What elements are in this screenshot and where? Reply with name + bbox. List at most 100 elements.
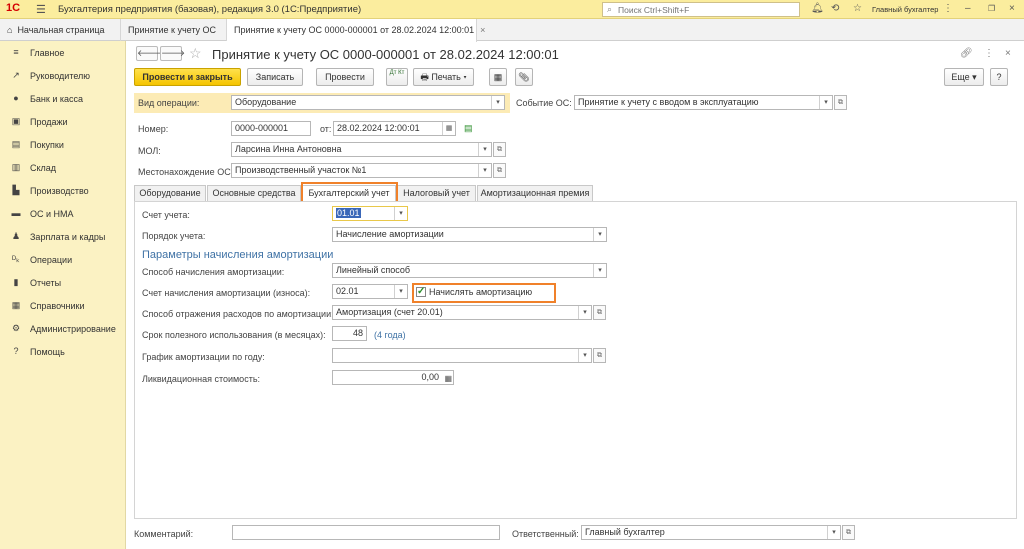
open-responsible-button[interactable]: ⧉	[842, 525, 855, 540]
sidebar-item[interactable]: ▬ ОС и НМА	[0, 205, 126, 225]
sidebar-item-label: Отчеты	[30, 278, 62, 288]
more-button[interactable]: Еще ▾	[944, 68, 984, 86]
open-schedule-button[interactable]: ⧉	[593, 348, 606, 363]
print-button[interactable]: 🖶︎ Печать ▾	[413, 68, 474, 86]
sidebar-item-icon: ⚙	[11, 323, 21, 333]
tab-depreciation-bonus[interactable]: Амортизационная премия	[477, 185, 593, 202]
event-field[interactable]: Принятие к учету с вводом в эксплуатацию…	[574, 95, 833, 110]
open-event-button[interactable]: ⧉	[834, 95, 847, 110]
dropdown-arrow-icon[interactable]: ▾	[578, 349, 591, 362]
sidebar-item[interactable]: ↗ Руководителю	[0, 67, 126, 87]
back-button[interactable]: 🡐	[136, 46, 161, 61]
window-tabs: ⌂ Начальная страница Принятие к учету ОС …	[0, 19, 1024, 42]
sidebar-item[interactable]: ≡ Главное	[0, 44, 126, 64]
post-button[interactable]: Провести	[316, 68, 374, 86]
favorite-star-icon[interactable]: ☆	[189, 45, 202, 62]
dropdown-arrow-icon[interactable]: ▾	[491, 96, 504, 109]
sidebar-item[interactable]: ▮ Отчеты	[0, 274, 126, 294]
sidebar-item[interactable]: ▣ Продажи	[0, 113, 126, 133]
sidebar-item-label: Банк и касса	[30, 94, 83, 104]
global-search[interactable]: ⌕	[602, 2, 800, 17]
expense-method-field[interactable]: Амортизация (счет 20.01) ▾	[332, 305, 592, 320]
tab-fixed-assets[interactable]: Основные средства	[207, 185, 301, 202]
method-field[interactable]: Линейный способ ▾	[332, 263, 607, 278]
main-menu-icon[interactable]: ☰	[36, 3, 46, 16]
sidebar-item-icon: ᴰₖ	[12, 254, 20, 264]
sidebar-item[interactable]: ▤ Покупки	[0, 136, 126, 156]
depr-account-field[interactable]: 02.01 ▾	[332, 284, 408, 299]
tab-asset-acceptance-doc[interactable]: Принятие к учету ОС 0000-000001 от 28.02…	[227, 19, 485, 42]
depr-account-value: 02.01	[336, 286, 359, 296]
title-bar: 1С ☰ Бухгалтерия предприятия (базовая), …	[0, 0, 1024, 19]
dropdown-arrow-icon[interactable]: ▾	[578, 306, 591, 319]
dropdown-arrow-icon[interactable]: ▾	[819, 96, 832, 109]
sidebar-item[interactable]: ▙ Производство	[0, 182, 126, 202]
save-button[interactable]: Записать	[247, 68, 303, 86]
current-user[interactable]: Главный бухгалтер	[872, 5, 938, 14]
more-actions-icon[interactable]: ⋮	[984, 48, 994, 59]
useful-life-field[interactable]: 48	[332, 326, 367, 341]
dt-kt-button[interactable]: Дт Кт	[386, 68, 408, 86]
mol-value: Ларсина Инна Антоновна	[235, 144, 342, 154]
sidebar-item[interactable]: ⚙ Администрирование	[0, 320, 126, 340]
notifications-icon[interactable]: 🔔︎	[811, 3, 824, 14]
date-picker-icon[interactable]: ▤	[464, 123, 473, 134]
dropdown-arrow-icon[interactable]: ▾	[478, 143, 491, 156]
schedule-field[interactable]: ▾	[332, 348, 592, 363]
location-field[interactable]: Производственный участок №1 ▾	[231, 163, 492, 178]
tab-tax-accounting[interactable]: Налоговый учет	[397, 185, 476, 202]
mol-field[interactable]: Ларсина Инна Антоновна ▾	[231, 142, 492, 157]
dropdown-arrow-icon[interactable]: ▾	[593, 228, 606, 241]
tab-equipment[interactable]: Оборудование	[134, 185, 206, 202]
sidebar-item[interactable]: ▥ Склад	[0, 159, 126, 179]
sidebar-item[interactable]: ? Помощь	[0, 343, 126, 363]
sidebar-item[interactable]: ▦ Справочники	[0, 297, 126, 317]
calendar-icon[interactable]: ▦	[442, 122, 455, 135]
dropdown-arrow-icon[interactable]: ▾	[827, 526, 840, 539]
forward-button[interactable]: 🡒	[160, 46, 185, 61]
method-label: Способ начисления амортизации:	[142, 267, 285, 277]
sidebar-item-icon: ▬	[11, 208, 21, 218]
sidebar-item-label: ОС и НМА	[30, 209, 74, 219]
date-field[interactable]: 28.02.2024 12:00:01 ▦	[333, 121, 456, 136]
close-tab-icon[interactable]: ×	[480, 25, 485, 35]
tab-home[interactable]: ⌂ Начальная страница	[0, 19, 121, 41]
link-icon[interactable]: 🔗︎	[960, 48, 973, 59]
dropdown-arrow-icon[interactable]: ▾	[394, 207, 407, 220]
dropdown-arrow-icon[interactable]: ▾	[394, 285, 407, 298]
open-mol-button[interactable]: ⧉	[493, 142, 506, 157]
dropdown-arrow-icon[interactable]: ▾	[593, 264, 606, 277]
minimize-icon[interactable]: –	[965, 3, 971, 14]
liquidation-value: 0,00	[421, 372, 439, 382]
sidebar-item[interactable]: ᴰₖ Операции	[0, 251, 126, 271]
maximize-icon[interactable]: ❐	[988, 4, 995, 13]
open-location-button[interactable]: ⧉	[493, 163, 506, 178]
sidebar-item[interactable]: ● Банк и касса	[0, 90, 126, 110]
help-button[interactable]: ?	[990, 68, 1008, 86]
responsible-field[interactable]: Главный бухгалтер ▾	[581, 525, 841, 540]
date-label: от:	[320, 124, 332, 134]
search-input[interactable]	[618, 4, 793, 15]
sidebar-item-label: Главное	[30, 48, 65, 58]
comment-field[interactable]	[232, 525, 500, 540]
order-field[interactable]: Начисление амортизации ▾	[332, 227, 607, 242]
favorites-star-icon[interactable]: ☆	[853, 3, 862, 14]
dropdown-arrow-icon[interactable]: ▾	[478, 164, 491, 177]
open-expense-method-button[interactable]: ⧉	[593, 305, 606, 320]
calculator-icon[interactable]: ▦	[444, 372, 452, 384]
close-doc-icon[interactable]: ×	[1005, 48, 1011, 59]
account-field[interactable]: 01.01 ▾	[332, 206, 408, 221]
post-and-close-button[interactable]: Провести и закрыть	[134, 68, 241, 86]
operation-type-field[interactable]: Оборудование ▾	[231, 95, 505, 110]
liquidation-field[interactable]: 0,00 ▦	[332, 370, 454, 385]
mol-label: МОЛ:	[138, 146, 161, 156]
settings-icon[interactable]: ⋮	[943, 3, 953, 14]
tab-asset-acceptance-list[interactable]: Принятие к учету ОС	[121, 19, 227, 41]
number-field[interactable]: 0000-000001	[231, 121, 311, 136]
expense-method-label: Способ отражения расходов по амортизации…	[142, 309, 334, 319]
structure-button[interactable]: ▦	[489, 68, 507, 86]
sidebar-item[interactable]: ♟ Зарплата и кадры	[0, 228, 126, 248]
close-window-icon[interactable]: ×	[1009, 3, 1015, 14]
history-icon[interactable]: ⟲	[831, 3, 839, 14]
attach-button[interactable]: 📎︎	[515, 68, 533, 86]
